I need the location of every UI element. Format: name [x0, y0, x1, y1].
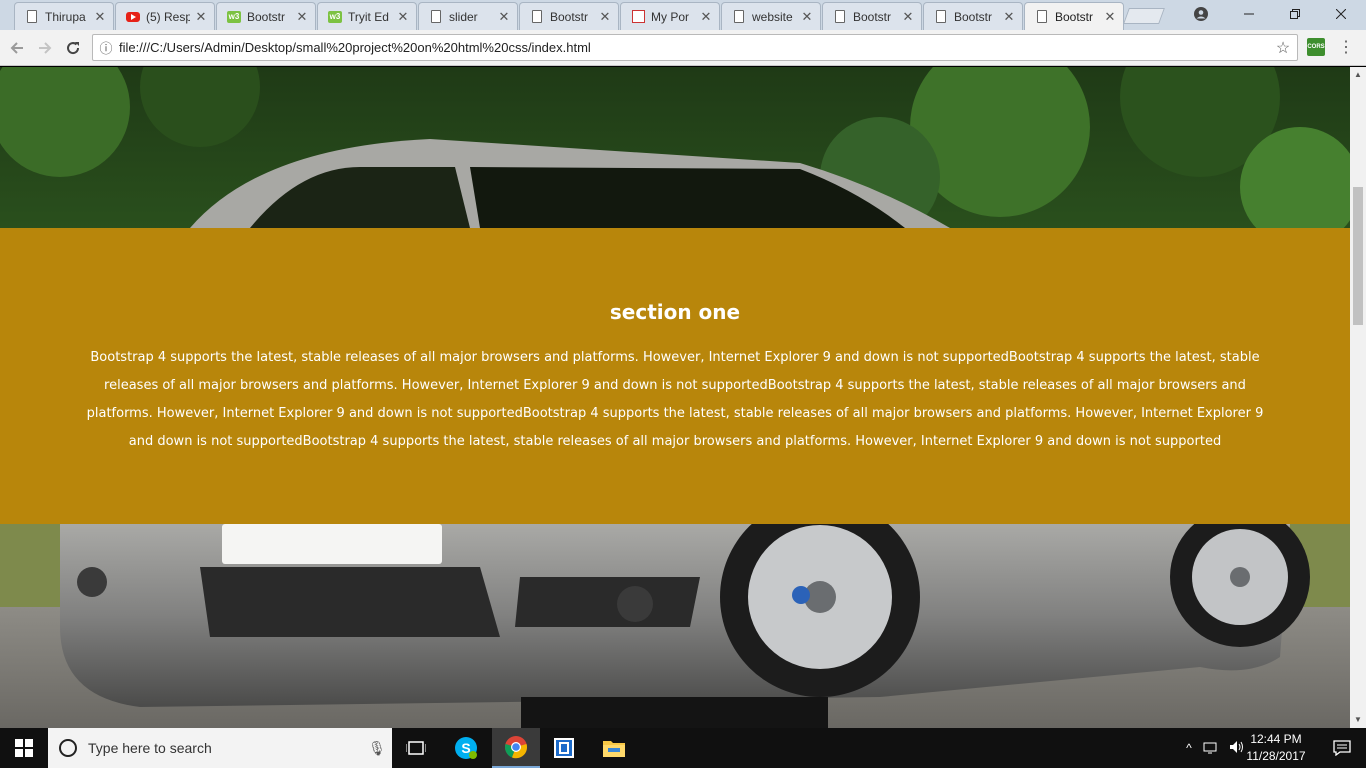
- close-icon[interactable]: ✕: [194, 9, 208, 25]
- taskbar-search-box[interactable]: Type here to search 🎙: [48, 728, 392, 768]
- w3-icon: w3: [227, 10, 241, 23]
- w3-icon: w3: [328, 10, 342, 23]
- tab-thirupa[interactable]: Thirupa ✕: [14, 2, 114, 30]
- url-text[interactable]: file:///C:/Users/Admin/Desktop/small%20p…: [119, 40, 1269, 55]
- task-view-icon[interactable]: [392, 728, 440, 768]
- browser-toolbar: ⓘ file:///C:/Users/Admin/Desktop/small%2…: [0, 30, 1366, 66]
- minimize-button[interactable]: [1226, 0, 1272, 28]
- close-icon[interactable]: ✕: [497, 9, 511, 25]
- browser-tab-strip: Thirupa ✕ (5) Resp ✕ w3 Bootstr ✕ w3 Try…: [0, 0, 1366, 30]
- cortana-icon: [59, 739, 77, 757]
- system-tray: ^: [1180, 728, 1250, 768]
- doc-icon: [25, 10, 39, 24]
- tab-title: Bootstr: [954, 9, 993, 24]
- tab-tryit-editor[interactable]: w3 Tryit Ed ✕: [317, 2, 417, 30]
- tab-title: Thirupa: [45, 9, 86, 24]
- close-icon[interactable]: ✕: [1103, 9, 1117, 25]
- restore-button[interactable]: [1272, 0, 1318, 28]
- dark-footer-block: [521, 697, 828, 728]
- tab-bootstrap[interactable]: Bootstr ✕: [519, 2, 619, 30]
- portfolio-icon: [631, 10, 645, 24]
- tab-title: (5) Resp: [146, 9, 190, 24]
- search-placeholder: Type here to search: [88, 740, 212, 756]
- doc-icon: [530, 10, 544, 24]
- address-bar[interactable]: ⓘ file:///C:/Users/Admin/Desktop/small%2…: [92, 34, 1298, 61]
- chevron-up-icon[interactable]: ^: [1180, 741, 1198, 755]
- bookmark-star-icon[interactable]: ☆: [1269, 38, 1297, 58]
- tab-title: Bootstr: [550, 9, 589, 24]
- profile-icon[interactable]: [1178, 0, 1224, 28]
- info-icon[interactable]: ⓘ: [93, 38, 119, 57]
- taskbar-clock[interactable]: 12:44 PM 11/28/2017: [1244, 731, 1308, 765]
- file-explorer-icon[interactable]: [590, 728, 638, 768]
- tab-my-portfolio[interactable]: My Por ✕: [620, 2, 720, 30]
- microphone-icon[interactable]: 🎙: [362, 740, 392, 757]
- back-arrow-icon[interactable]: [5, 36, 29, 60]
- doc-icon: [1035, 10, 1049, 24]
- page-viewport: section one Bootstrap 4 supports the lat…: [0, 67, 1350, 728]
- scrollbar-thumb[interactable]: [1353, 187, 1363, 325]
- doc-icon: [934, 10, 948, 24]
- tab-title: Bootstr: [853, 9, 892, 24]
- tab-title: website: [752, 9, 793, 24]
- network-icon[interactable]: [1198, 740, 1224, 757]
- tab-bootstrap[interactable]: Bootstr ✕: [822, 2, 922, 30]
- new-tab-button[interactable]: [1123, 8, 1165, 24]
- close-icon[interactable]: ✕: [901, 9, 915, 25]
- section-text: Bootstrap 4 supports the latest, stable …: [86, 350, 1264, 449]
- tab-title: Tryit Ed: [348, 9, 389, 24]
- close-window-button[interactable]: [1318, 0, 1364, 28]
- youtube-icon: [126, 10, 140, 24]
- skype-icon[interactable]: S: [442, 728, 490, 768]
- tab-title: Bootstr: [1055, 9, 1094, 24]
- close-icon[interactable]: ✕: [598, 9, 612, 25]
- doc-icon: [429, 10, 443, 24]
- forward-arrow-icon[interactable]: [33, 36, 57, 60]
- windows-start-button[interactable]: [0, 728, 48, 768]
- tab-bootstrap[interactable]: Bootstr ✕: [923, 2, 1023, 30]
- scroll-up-arrow-icon[interactable]: ▲: [1354, 71, 1362, 79]
- close-icon[interactable]: ✕: [295, 9, 309, 25]
- tab-title: slider: [449, 9, 478, 24]
- page-scrollbar[interactable]: ▲ ▼: [1350, 67, 1366, 728]
- windows-taskbar: Type here to search 🎙 S ^ 12:44 PM 11/28…: [0, 728, 1366, 768]
- tab-bootstrap-active[interactable]: Bootstr ✕: [1024, 2, 1124, 30]
- tab-title: My Por: [651, 9, 690, 24]
- reload-icon[interactable]: [61, 36, 85, 60]
- clock-time: 12:44 PM: [1250, 732, 1302, 746]
- close-icon[interactable]: ✕: [93, 9, 107, 25]
- windows-logo-icon: [15, 739, 33, 757]
- scroll-down-arrow-icon[interactable]: ▼: [1354, 716, 1362, 724]
- cors-extension-icon[interactable]: CORS: [1307, 38, 1325, 56]
- chrome-icon[interactable]: [492, 728, 540, 768]
- tab-slider[interactable]: slider ✕: [418, 2, 518, 30]
- tab-title: Bootstr: [247, 9, 286, 24]
- close-icon[interactable]: ✕: [800, 9, 814, 25]
- doc-icon: [833, 10, 847, 24]
- close-icon[interactable]: ✕: [1002, 9, 1016, 25]
- code-editor-icon[interactable]: [540, 728, 588, 768]
- doc-icon: [732, 10, 746, 24]
- tab-youtube[interactable]: (5) Resp ✕: [115, 2, 215, 30]
- clock-date: 11/28/2017: [1246, 749, 1306, 763]
- menu-dots-icon[interactable]: ⋮: [1336, 38, 1356, 58]
- close-icon[interactable]: ✕: [699, 9, 713, 25]
- section-title: section one: [609, 300, 741, 324]
- action-center-icon[interactable]: [1318, 728, 1366, 768]
- tab-bootstrap-w3[interactable]: w3 Bootstr ✕: [216, 2, 316, 30]
- tab-website[interactable]: website ✕: [721, 2, 821, 30]
- close-icon[interactable]: ✕: [396, 9, 410, 25]
- section-one: section one Bootstrap 4 supports the lat…: [0, 228, 1350, 524]
